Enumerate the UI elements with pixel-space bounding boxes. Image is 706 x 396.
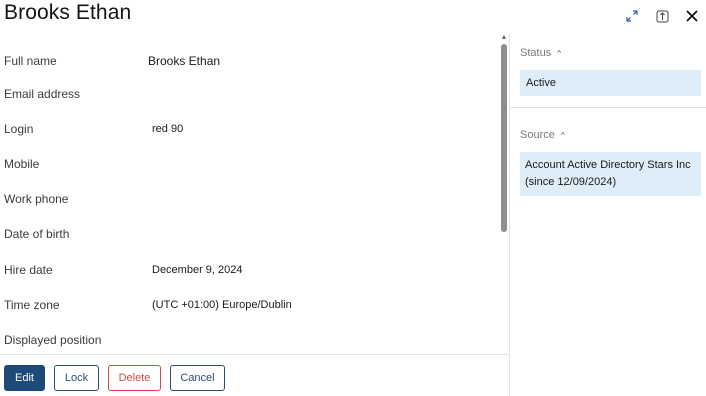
- footer-divider: [0, 354, 509, 355]
- scroll-thumb[interactable]: [501, 44, 507, 232]
- source-heading: Source: [520, 129, 555, 141]
- field-row-mobile: Mobile: [0, 146, 495, 181]
- field-row-time-zone: Time zone (UTC +01:00) Europe/Dublin: [0, 287, 495, 322]
- field-label: Hire date: [4, 262, 53, 277]
- field-value: (UTC +01:00) Europe/Dublin: [152, 298, 292, 311]
- action-bar: Edit Lock Delete Cancel: [4, 365, 225, 391]
- field-label: Full name: [4, 53, 57, 68]
- scroll-up-arrow-icon[interactable]: ▲: [500, 34, 508, 42]
- source-value-line1: Account Active Directory Stars Inc: [525, 159, 691, 171]
- field-label: Mobile: [4, 156, 40, 171]
- field-row-full-name: Full name Brooks Ethan: [0, 43, 495, 78]
- field-value: December 9, 2024: [152, 263, 243, 276]
- expand-icon[interactable]: [622, 6, 642, 26]
- details-scrollbar[interactable]: ▲: [499, 34, 509, 355]
- status-section-toggle[interactable]: Status ^: [520, 47, 561, 59]
- source-value-line2: (since 12/09/2024): [525, 176, 617, 188]
- page-title: Brooks Ethan: [4, 1, 132, 24]
- field-label: Displayed position: [4, 332, 102, 347]
- details-panel: Full name Brooks Ethan Email address Log…: [0, 34, 510, 355]
- lock-button[interactable]: Lock: [54, 365, 99, 391]
- sidebar-divider: [510, 107, 706, 108]
- field-row-work-phone: Work phone: [0, 181, 495, 216]
- chevron-up-icon: ^: [557, 48, 561, 58]
- field-row-hire-date: Hire date December 9, 2024: [0, 252, 495, 287]
- info-sidebar: Status ^ Active Source ^ Account Active …: [510, 34, 706, 396]
- field-row-email: Email address: [0, 76, 495, 111]
- field-label: Work phone: [4, 191, 69, 206]
- field-label: Time zone: [4, 297, 60, 312]
- field-label: Email address: [4, 86, 81, 101]
- delete-button[interactable]: Delete: [108, 365, 161, 391]
- source-section-toggle[interactable]: Source ^: [520, 129, 565, 141]
- status-badge: Active: [520, 70, 701, 96]
- field-row-login: Login red 90: [0, 111, 495, 146]
- field-value: red 90: [152, 122, 184, 135]
- field-label: Date of birth: [4, 226, 70, 241]
- pin-icon[interactable]: [652, 6, 672, 26]
- window-actions: [622, 6, 702, 26]
- field-row-date-of-birth: Date of birth: [0, 216, 495, 251]
- status-heading: Status: [520, 47, 552, 59]
- edit-button[interactable]: Edit: [4, 365, 45, 391]
- source-badge: Account Active Directory Stars Inc (sinc…: [520, 152, 701, 196]
- field-row-displayed-position: Displayed position: [0, 322, 495, 355]
- close-icon[interactable]: [682, 6, 702, 26]
- chevron-up-icon: ^: [560, 130, 565, 140]
- status-value: Active: [526, 77, 556, 89]
- field-value: Brooks Ethan: [148, 53, 221, 68]
- cancel-button[interactable]: Cancel: [170, 365, 225, 391]
- field-label: Login: [4, 121, 34, 136]
